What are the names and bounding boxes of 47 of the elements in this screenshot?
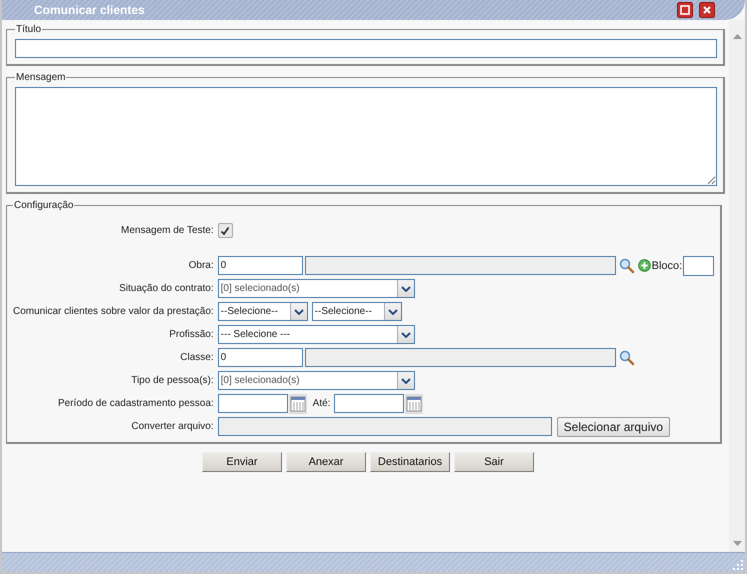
add-icon[interactable] xyxy=(638,259,651,272)
action-button[interactable]: Enviar xyxy=(202,452,282,472)
action-button[interactable]: Anexar xyxy=(286,452,366,472)
message-textarea[interactable] xyxy=(15,87,717,186)
section-legend: Título xyxy=(15,24,42,35)
caret-icon[interactable] xyxy=(294,308,304,314)
resize-grip-icon[interactable] xyxy=(733,560,743,570)
calendar-icon[interactable] xyxy=(288,394,307,414)
caret-icon[interactable] xyxy=(388,308,398,314)
field-label: Bloco: xyxy=(652,260,682,272)
section-legend: Mensagem xyxy=(15,72,66,83)
caret-icon[interactable] xyxy=(400,378,411,384)
field-label: Até: xyxy=(312,398,330,409)
field-label: Obra: xyxy=(188,260,215,271)
field-label: Comunicar clientes sobre valor da prestação: xyxy=(13,306,215,317)
field-label: Converter arquivo: xyxy=(130,421,215,432)
block-input[interactable] xyxy=(683,256,714,276)
action-button[interactable]: Destinatarios xyxy=(370,452,450,472)
field-label: Tipo de pessoa(s): xyxy=(130,375,215,386)
caret-icon[interactable] xyxy=(400,332,411,338)
field-label: Situação do contrato: xyxy=(118,283,215,294)
select-dropdown[interactable]: --- Selecione --- xyxy=(218,325,415,344)
search-icon[interactable] xyxy=(618,258,635,274)
action-button[interactable]: Sair xyxy=(454,452,534,472)
field-label: Classe: xyxy=(179,352,215,363)
select-dropdown[interactable]: --Selecione-- xyxy=(218,302,308,321)
code-input[interactable]: 0 xyxy=(218,256,303,275)
close-button[interactable] xyxy=(699,2,715,18)
search-icon[interactable] xyxy=(618,350,635,366)
field-label: Período de cadastramento pessoa: xyxy=(57,398,215,409)
calendar-icon[interactable] xyxy=(405,394,424,414)
maximize-button[interactable] xyxy=(677,2,693,18)
select-dropdown[interactable]: [0] selecionado(s) xyxy=(218,371,415,390)
scroll-down-icon[interactable] xyxy=(732,541,742,546)
date-input[interactable] xyxy=(334,394,404,413)
field-label: Profissão: xyxy=(168,329,215,340)
select-dropdown[interactable]: [0] selecionado(s) xyxy=(218,279,415,298)
section-legend: Configuração xyxy=(13,200,74,211)
date-input[interactable] xyxy=(218,394,288,413)
scroll-up-icon[interactable] xyxy=(732,34,742,39)
code-input[interactable]: 0 xyxy=(218,348,303,367)
caret-icon[interactable] xyxy=(400,286,411,292)
checkbox[interactable] xyxy=(218,223,233,238)
select-dropdown[interactable]: --Selecione-- xyxy=(312,302,402,321)
field-label: Mensagem de Teste: xyxy=(120,225,215,236)
select-file-button[interactable]: Selecionar arquivo xyxy=(556,416,670,436)
window-title: Comunicar clientes xyxy=(34,3,145,17)
